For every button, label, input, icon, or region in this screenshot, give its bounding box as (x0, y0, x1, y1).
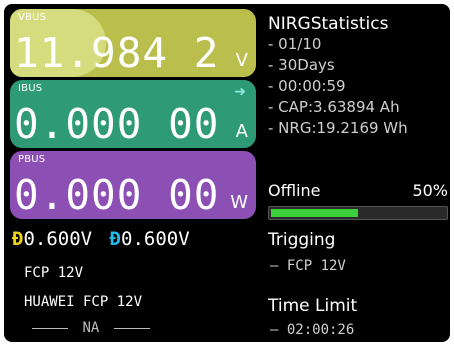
vbus-label: VBUS (18, 12, 47, 23)
d-minus-icon: Ð (109, 228, 121, 250)
ibus-value: 0.000 00 (14, 100, 220, 148)
statistics-block: NIRGStatistics - 01/10 - 30Days - 00:00:… (268, 14, 448, 139)
dplus-value: 0.600V (23, 228, 93, 250)
pbus-value: 0.000 00 (14, 171, 220, 219)
statistics-title: NIRGStatistics (268, 14, 389, 34)
time-limit-value: — 02:00:26 (270, 322, 355, 338)
trigging-value: — FCP 12V (270, 258, 346, 274)
arrow-right-icon: ➜ (234, 84, 246, 100)
ibus-panel: IBUS ➜ 0.000 00 A (10, 80, 256, 148)
ibus-label: IBUS (18, 83, 43, 94)
stat-line: - NRG:19.2169 Wh (268, 119, 408, 137)
dminus-value: 0.600V (121, 228, 190, 250)
stat-line: - 00:00:59 (268, 77, 346, 95)
stat-line: - CAP:3.63894 Ah (268, 98, 400, 116)
time-limit-title: Time Limit (268, 296, 358, 316)
status-label: Offline (268, 181, 321, 200)
vbus-panel: VBUS 11.984 2 V (10, 9, 256, 77)
stat-line: - 30Days (268, 56, 335, 74)
status-percent: 50% (412, 181, 448, 200)
protocol-primary: FCP 12V (24, 265, 84, 281)
progress-fill (271, 209, 358, 217)
pbus-panel: PBUS 0.000 00 W (10, 151, 256, 219)
vbus-value: 11.984 2 (14, 29, 220, 77)
status-row: Offline 50% (268, 181, 448, 200)
pbus-label: PBUS (18, 154, 46, 165)
vbus-unit: V (235, 50, 248, 71)
pbus-unit: W (230, 192, 248, 213)
stat-line: - 01/10 (268, 35, 322, 53)
protocol-device: HUAWEI FCP 12V (24, 294, 143, 310)
progress-bar (268, 206, 448, 220)
d-plus-icon: Ð (12, 228, 24, 250)
protocol-status: NA (32, 320, 150, 336)
divider (32, 327, 68, 329)
meter-screen: VBUS 11.984 2 V IBUS ➜ 0.000 00 A PBUS 0… (4, 4, 450, 342)
protocol-status-text: NA (82, 320, 100, 336)
ibus-unit: A (235, 121, 248, 142)
data-line-readout: Ð0.600V Ð0.600V (12, 228, 190, 250)
divider (113, 327, 150, 329)
trigging-title: Trigging (268, 230, 336, 250)
